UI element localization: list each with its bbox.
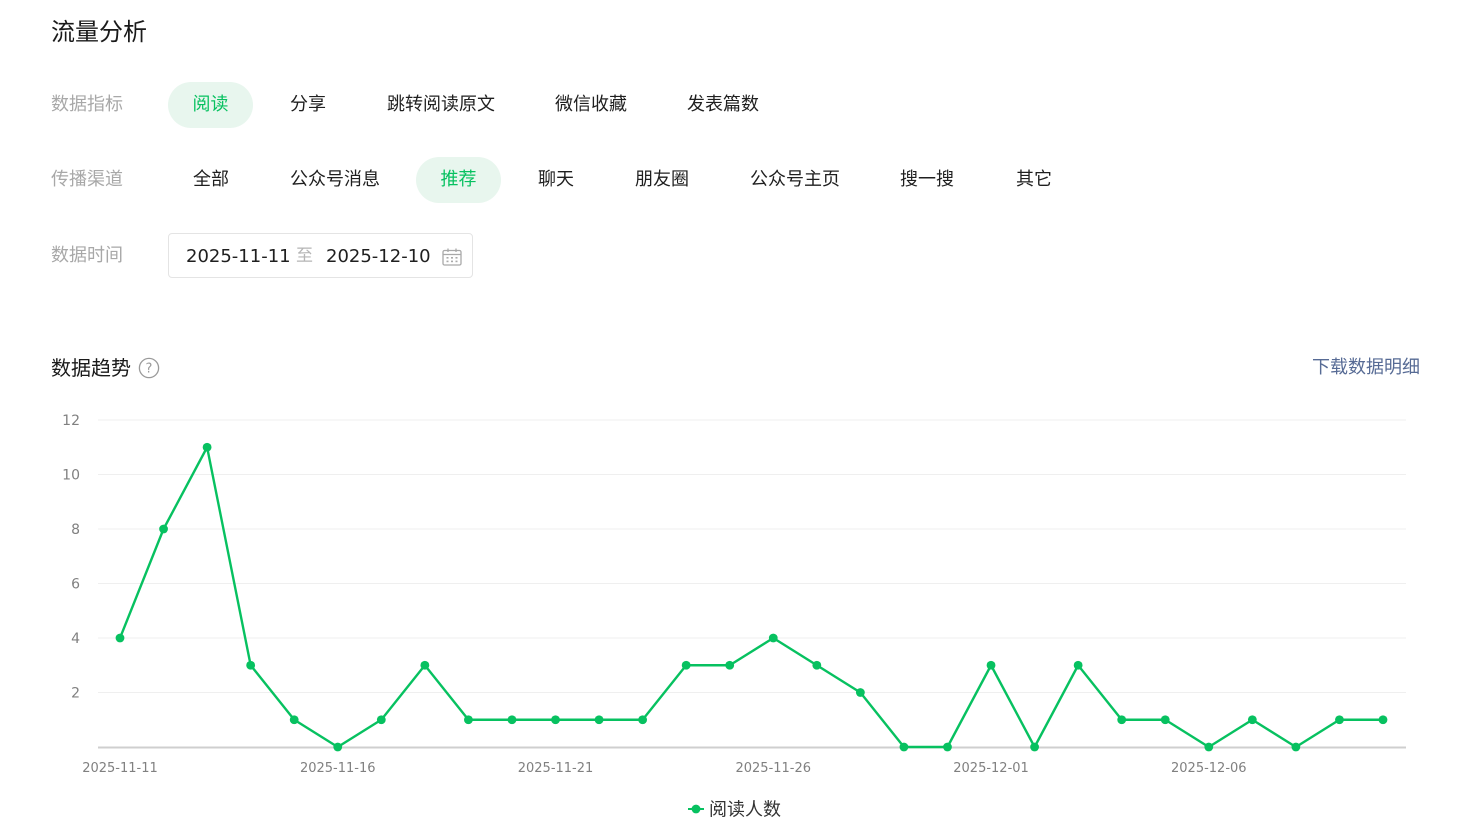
chart-series [115,442,1388,752]
data-point[interactable] [812,660,822,670]
data-point[interactable] [1247,715,1257,725]
channel-option-all[interactable]: 全部 [171,157,251,203]
metric-option-share[interactable]: 分享 [268,82,348,128]
data-point[interactable] [202,442,212,452]
channel-option-other[interactable]: 其它 [1000,157,1068,203]
y-tick-label: 8 [71,522,80,538]
channel-filter-label: 传播渠道 [51,169,123,190]
data-point[interactable] [1160,715,1170,725]
channel-filter-row: 传播渠道 全部 公众号消息 推荐 聊天 朋友圈 公众号主页 搜一搜 其它 [0,157,1469,203]
date-range-picker[interactable]: 2025-11-11 至 2025-12-10 [168,233,473,278]
data-point[interactable] [507,715,517,725]
legend-dot-swatch [691,804,701,814]
channel-option-search[interactable]: 搜一搜 [885,157,969,203]
y-tick-label: 12 [62,413,80,429]
data-point[interactable] [638,715,648,725]
metric-filter-label: 数据指标 [51,94,123,115]
data-point[interactable] [855,688,865,697]
channel-option-account-homepage[interactable]: 公众号主页 [737,157,853,203]
data-point[interactable] [289,715,299,725]
data-point[interactable] [725,660,735,670]
data-point[interactable] [464,715,473,725]
data-point[interactable] [1291,742,1301,752]
data-point[interactable] [1204,742,1214,752]
x-tick-label: 2025-11-16 [300,761,376,776]
metric-option-post-count[interactable]: 发表篇数 [668,82,778,128]
x-tick-label: 2025-11-26 [735,761,811,776]
x-tick-label: 2025-12-01 [953,761,1029,776]
page-title: 流量分析 [51,18,147,46]
chart-y-tick-labels: 2 4 6 8 10 12 [62,413,80,702]
date-separator: 至 [296,246,313,266]
svg-text:?: ? [146,362,153,377]
chart-x-tick-labels: 2025-11-11 2025-11-16 2025-11-21 2025-11-26… [82,761,1246,776]
data-point[interactable] [986,660,996,670]
y-tick-label: 4 [71,631,80,647]
y-tick-label: 10 [62,468,80,484]
data-point[interactable] [899,742,909,752]
metric-option-read-original[interactable]: 跳转阅读原文 [370,82,512,128]
data-point[interactable] [159,524,168,534]
trend-section-title: 数据趋势 [51,356,131,380]
chart-gridlines [98,419,1406,749]
data-point[interactable] [1117,715,1127,725]
y-tick-label: 2 [71,686,80,702]
data-point[interactable] [1335,715,1344,725]
legend-label[interactable]: 阅读人数 [709,800,781,821]
data-point[interactable] [115,633,125,643]
data-point[interactable] [768,633,778,643]
x-tick-label: 2025-12-06 [1171,761,1247,776]
time-filter-label: 数据时间 [51,245,123,266]
data-point[interactable] [1030,742,1039,752]
data-point[interactable] [943,742,952,752]
calendar-icon[interactable] [442,248,462,266]
x-tick-label: 2025-11-21 [518,761,594,776]
data-point[interactable] [681,660,691,670]
metric-option-wechat-favorite[interactable]: 微信收藏 [536,82,646,128]
x-tick-label: 2025-11-11 [82,761,158,776]
data-point[interactable] [1073,660,1083,670]
data-point[interactable] [246,660,256,670]
channel-option-recommend[interactable]: 推荐 [416,157,501,203]
end-date[interactable]: 2025-12-10 [326,234,431,279]
channel-option-chat[interactable]: 聊天 [516,157,596,203]
question-circle-icon[interactable]: ? [138,357,160,379]
metric-option-read[interactable]: 阅读 [168,82,253,128]
series-line [118,446,1385,749]
chart-legend: 阅读人数 [688,800,781,821]
data-point[interactable] [333,742,343,752]
data-point[interactable] [594,715,604,725]
channel-option-account-message[interactable]: 公众号消息 [277,157,393,203]
data-point[interactable] [376,715,386,725]
y-tick-label: 6 [71,577,80,593]
channel-option-moments[interactable]: 朋友圈 [620,157,704,203]
trend-chart: 24681012 2025-11-11 2025-11-16 2025-11-21 2… [62,413,1406,821]
metric-filter-row: 数据指标 阅读 分享 跳转阅读原文 微信收藏 发表篇数 [0,82,1469,128]
start-date[interactable]: 2025-11-11 [186,234,291,279]
data-point[interactable] [1378,715,1388,725]
data-point[interactable] [551,715,560,725]
download-data-link[interactable]: 下载数据明细 [1312,354,1420,382]
data-point[interactable] [420,660,430,670]
